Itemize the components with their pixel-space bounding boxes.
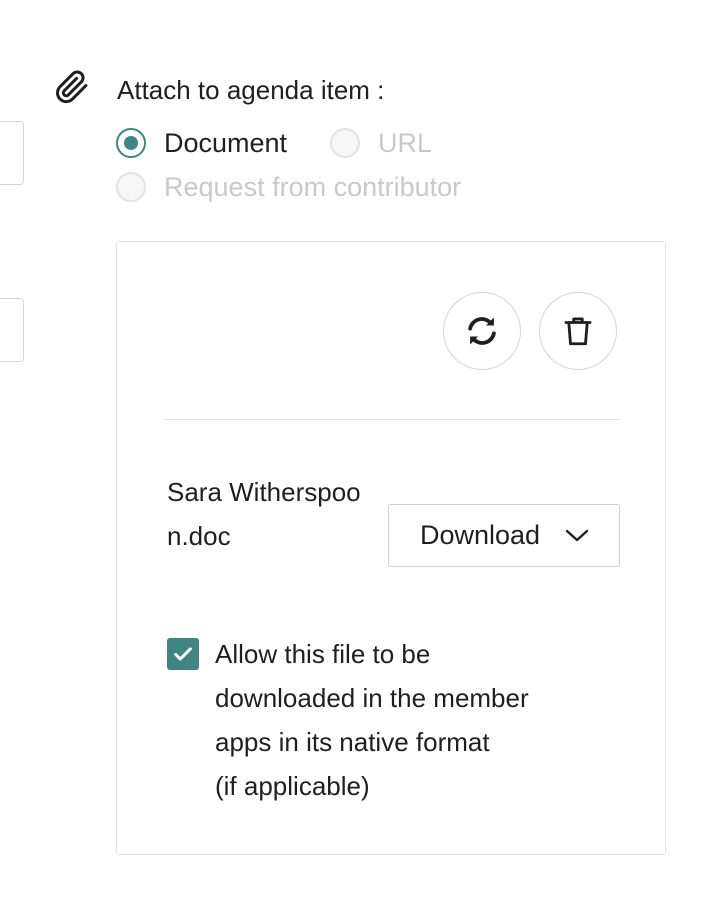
- radio-document[interactable]: Document: [116, 125, 287, 161]
- attach-label: Attach to agenda item :: [117, 75, 385, 105]
- allow-download-label: Allow this file to be downloaded in the …: [215, 632, 615, 808]
- radio-url-button[interactable]: [330, 128, 360, 158]
- chevron-down-icon: [565, 529, 589, 541]
- radio-document-button[interactable]: [116, 128, 146, 158]
- attachment-panel: Sara Witherspoon.doc Download Allow this…: [116, 241, 666, 855]
- attachment-form: Attach to agenda item : Document URL Req…: [0, 0, 710, 920]
- left-input-field[interactable]: [0, 298, 24, 362]
- allow-download-checkbox[interactable]: [167, 638, 199, 670]
- file-name: Sara Witherspoon.doc: [167, 477, 361, 551]
- checkmark-icon: [174, 647, 192, 661]
- delete-file-button[interactable]: [539, 292, 617, 370]
- allow-download-line: (if applicable): [215, 771, 370, 801]
- allow-download-line: apps in its native format: [215, 727, 490, 757]
- radio-request-label: Request from contributor: [164, 171, 462, 202]
- refresh-icon: [468, 317, 496, 345]
- allow-download-line: downloaded in the member: [215, 683, 529, 713]
- radio-request-button[interactable]: [116, 172, 146, 202]
- radio-document-label: Document: [164, 127, 288, 158]
- allow-download-line: Allow this file to be: [215, 639, 431, 669]
- panel-divider: [165, 419, 619, 420]
- paperclip-icon: [56, 70, 88, 104]
- replace-file-button[interactable]: [443, 292, 521, 370]
- radio-url-label: URL: [378, 127, 433, 158]
- trash-icon: [564, 317, 592, 346]
- download-dropdown-button[interactable]: Download: [388, 504, 620, 567]
- left-input-field[interactable]: [0, 121, 24, 185]
- download-label: Download: [420, 520, 541, 550]
- radio-url[interactable]: URL: [330, 125, 432, 161]
- radio-request-contributor[interactable]: Request from contributor: [116, 169, 461, 205]
